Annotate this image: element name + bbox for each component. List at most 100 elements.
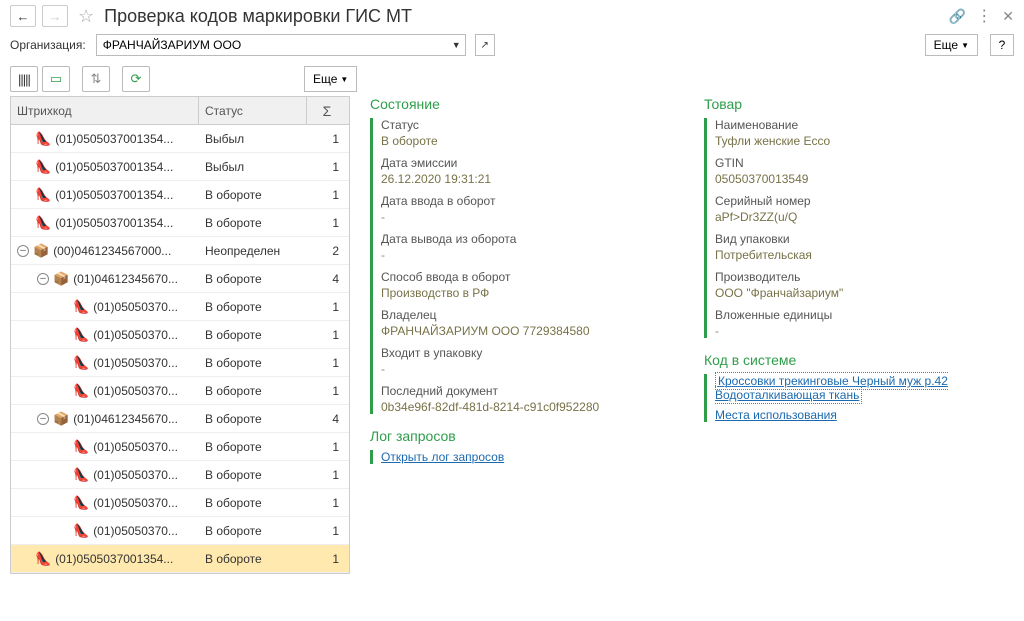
status-cell: В обороте: [199, 440, 307, 454]
nested-label: Вложенные единицы: [715, 308, 1014, 322]
table-row[interactable]: 👠(01)0505037001354...Выбыл1: [11, 125, 349, 153]
usage-places-link[interactable]: Места использования: [715, 408, 837, 422]
status-cell: В обороте: [199, 412, 307, 426]
in-package-value: -: [381, 362, 680, 376]
table-row[interactable]: 👠(01)0505037001354...В обороте1: [11, 181, 349, 209]
box-icon: 📦: [53, 411, 69, 427]
box-icon: 📦: [33, 243, 49, 259]
shoe-icon: 👠: [73, 467, 89, 483]
shoe-icon: 👠: [73, 355, 89, 371]
barcode-cell: (01)0505037001354...: [55, 216, 173, 230]
producer-label: Производитель: [715, 270, 1014, 284]
barcode-cell: (01)0505037001354...: [55, 552, 173, 566]
link-icon[interactable]: 🔗: [949, 8, 966, 25]
system-code-section-title: Код в системе: [704, 352, 1014, 368]
lastdoc-label: Последний документ: [381, 384, 680, 398]
column-header-status[interactable]: Статус: [199, 97, 307, 124]
shoe-icon: 👠: [35, 215, 51, 231]
table-row[interactable]: 👠(01)05050370...В обороте1: [11, 349, 349, 377]
table-row[interactable]: 👠(01)05050370...В обороте1: [11, 433, 349, 461]
status-cell: В обороте: [199, 384, 307, 398]
emission-date-value: 26.12.2020 19:31:21: [381, 172, 680, 186]
favorite-star-icon[interactable]: ☆: [78, 6, 94, 27]
column-header-barcode[interactable]: Штрихкод: [11, 97, 199, 124]
status-value: В обороте: [381, 134, 680, 148]
sum-cell: 1: [307, 468, 347, 482]
close-icon[interactable]: ✕: [1002, 8, 1014, 25]
shoe-icon: 👠: [73, 495, 89, 511]
barcode-cell: (01)05050370...: [93, 300, 178, 314]
sum-cell: 1: [307, 524, 347, 538]
table-row[interactable]: –📦(00)0461234567000...Неопределен2: [11, 237, 349, 265]
status-cell: В обороте: [199, 188, 307, 202]
table-row[interactable]: 👠(01)05050370...В обороте1: [11, 293, 349, 321]
barcode-cell: (01)04612345670...: [73, 412, 178, 426]
sum-cell: 1: [307, 216, 347, 230]
table-row[interactable]: 👠(01)0505037001354...Выбыл1: [11, 153, 349, 181]
page-title: Проверка кодов маркировки ГИС МТ: [104, 6, 943, 27]
barcode-cell: (01)04612345670...: [73, 272, 178, 286]
open-log-link[interactable]: Открыть лог запросов: [381, 450, 504, 464]
box-icon: 📦: [53, 271, 69, 287]
status-cell: В обороте: [199, 468, 307, 482]
sum-cell: 1: [307, 440, 347, 454]
sum-cell: 1: [307, 384, 347, 398]
table-row[interactable]: 👠(01)05050370...В обороте1: [11, 517, 349, 545]
shoe-icon: 👠: [35, 187, 51, 203]
table-row[interactable]: 👠 (01)05050370... В обороте1: [11, 321, 349, 349]
more-button[interactable]: Еще▼: [925, 34, 978, 56]
inject-date-label: Дата ввода в оборот: [381, 194, 680, 208]
table-row[interactable]: 👠(01)05050370...В обороте1: [11, 489, 349, 517]
status-cell: В обороте: [199, 216, 307, 230]
help-button[interactable]: ?: [990, 34, 1014, 56]
organization-input[interactable]: [96, 34, 448, 56]
column-header-sum[interactable]: Σ: [307, 97, 347, 124]
barcode-cell: (01)05050370...: [93, 328, 178, 342]
tree-toggle-icon[interactable]: –: [17, 245, 29, 257]
sum-cell: 1: [307, 328, 347, 342]
shoe-icon: 👠: [73, 439, 89, 455]
barcode-cell: (01)0505037001354...: [55, 160, 173, 174]
sum-cell: 1: [307, 160, 347, 174]
sort-icon[interactable]: ⇅: [82, 66, 110, 92]
status-cell: В обороте: [199, 328, 307, 342]
kebab-menu-icon[interactable]: ⋮: [976, 6, 992, 26]
barcode-cell: (01)0505037001354...: [55, 132, 173, 146]
in-package-label: Входит в упаковку: [381, 346, 680, 360]
status-cell: В обороте: [199, 552, 307, 566]
organization-open-button[interactable]: ↗: [475, 34, 495, 56]
card-add-icon[interactable]: ▭: [42, 66, 70, 92]
method-label: Способ ввода в оборот: [381, 270, 680, 284]
table-row[interactable]: 👠 (01)0505037001354... В обороте1: [11, 209, 349, 237]
emission-date-label: Дата эмиссии: [381, 156, 680, 170]
tree-toggle-icon[interactable]: –: [37, 273, 49, 285]
toolbar-more-button[interactable]: Еще▼: [304, 66, 357, 92]
shoe-icon: 👠: [73, 383, 89, 399]
organization-dropdown-button[interactable]: ▼: [448, 34, 466, 56]
table-row[interactable]: –📦(01)04612345670...В обороте4: [11, 405, 349, 433]
organization-label: Организация:: [10, 38, 86, 52]
table-row[interactable]: 👠(01)05050370...В обороте1: [11, 461, 349, 489]
barcode-table: Штрихкод Статус Σ 👠(01)0505037001354...В…: [10, 96, 350, 574]
method-value: Производство в РФ: [381, 286, 680, 300]
forward-button[interactable]: →: [42, 5, 68, 27]
status-cell: В обороте: [199, 272, 307, 286]
sum-cell: 1: [307, 300, 347, 314]
refresh-icon[interactable]: ⟳: [122, 66, 150, 92]
shoe-icon: 👠: [73, 327, 89, 343]
producer-value: ООО "Франчайзариум": [715, 286, 1014, 300]
table-row[interactable]: –📦(01)04612345670...В обороте4: [11, 265, 349, 293]
tree-toggle-icon[interactable]: –: [37, 413, 49, 425]
back-button[interactable]: ←: [10, 5, 36, 27]
gtin-value: 05050370013549: [715, 172, 1014, 186]
barcode-cell: (01)05050370...: [93, 356, 178, 370]
eject-date-label: Дата вывода из оборота: [381, 232, 680, 246]
packtype-value: Потребительская: [715, 248, 1014, 262]
barcode-icon[interactable]: |||||: [10, 66, 38, 92]
system-code-link[interactable]: Кроссовки трекинговые Черный муж р.42 Во…: [715, 372, 948, 404]
serial-value: aPf>Dr3ZZ(u/Q: [715, 210, 1014, 224]
table-row[interactable]: 👠(01)05050370...В обороте1: [11, 377, 349, 405]
owner-label: Владелец: [381, 308, 680, 322]
nested-value: -: [715, 324, 1014, 338]
table-row[interactable]: 👠(01)0505037001354...В обороте1: [11, 545, 349, 573]
